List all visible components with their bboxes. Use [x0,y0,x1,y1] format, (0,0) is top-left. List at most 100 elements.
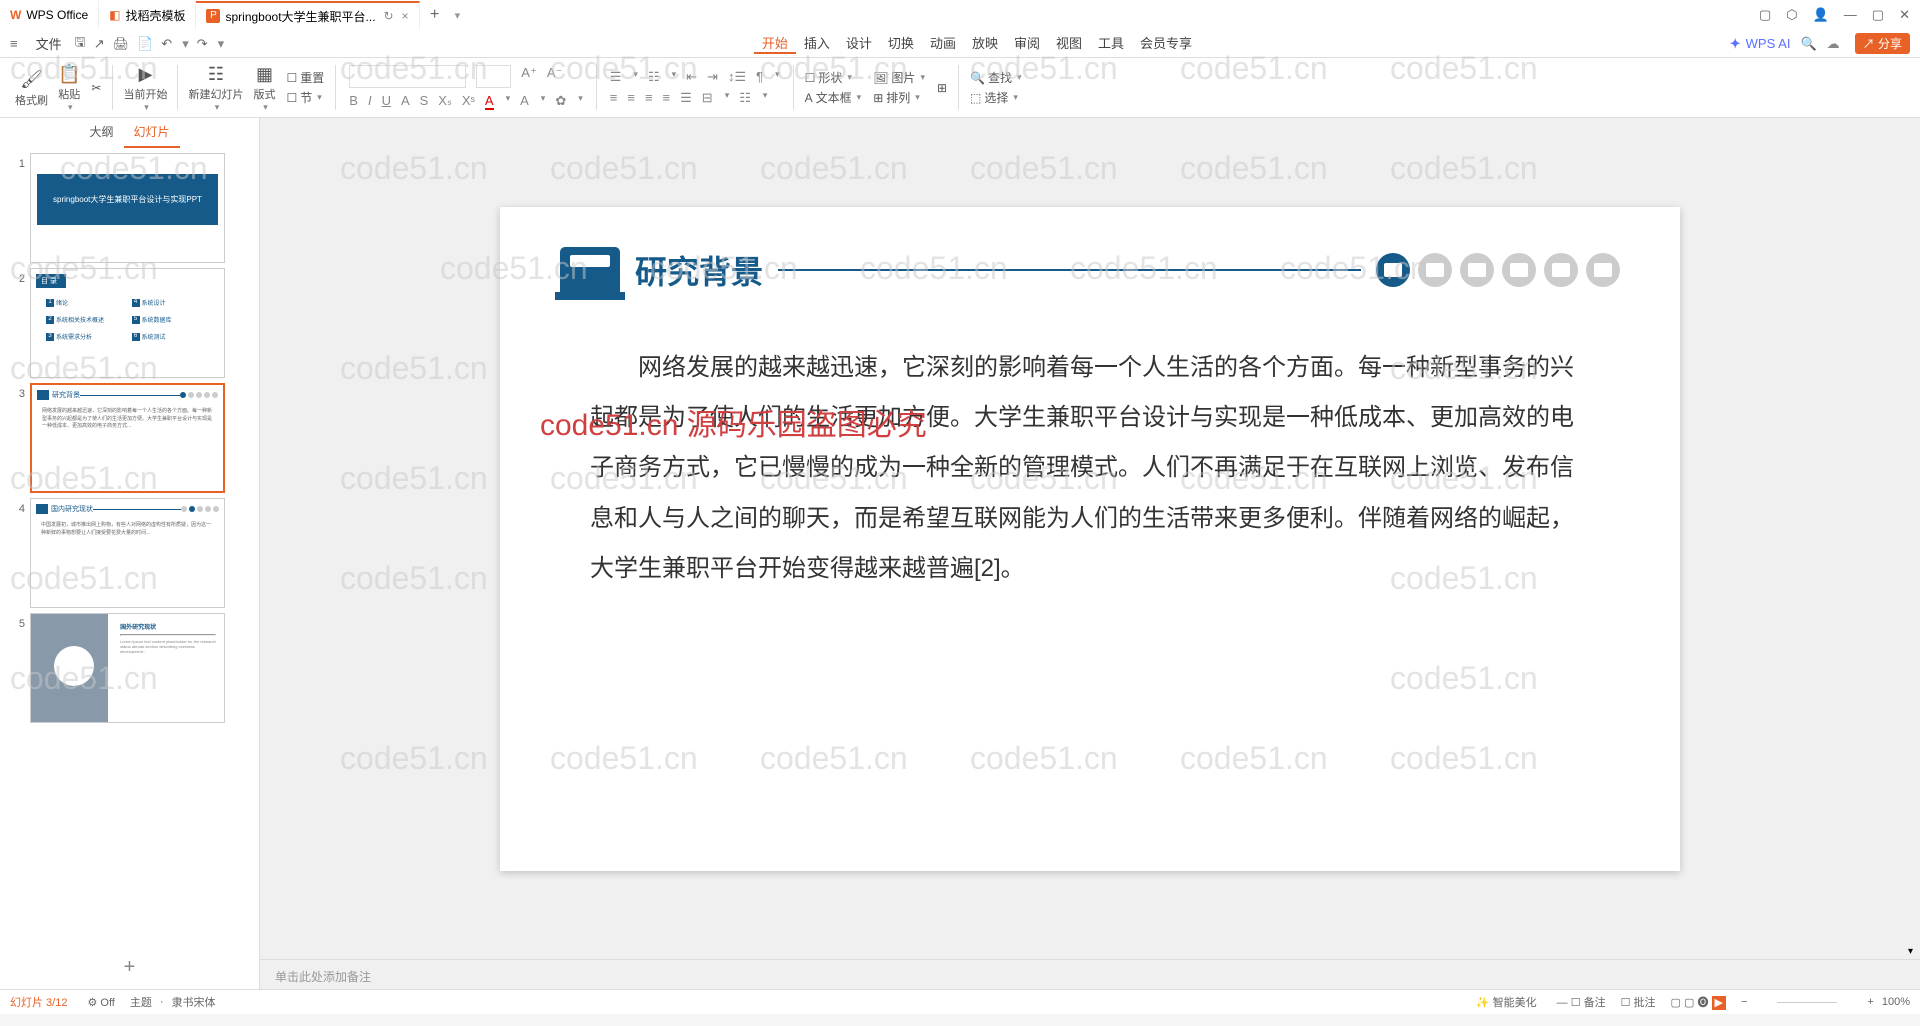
zoom-in[interactable]: + [1867,996,1873,1008]
panel-tab-outline[interactable]: 大纲 [79,118,123,148]
close-tab[interactable]: × [402,9,409,23]
bold[interactable]: B [349,93,358,110]
paste[interactable]: 📋粘贴▾ [53,62,85,113]
menu-animation[interactable]: 动画 [922,33,964,52]
save-icon[interactable]: 🖫 [75,33,86,55]
cloud-icon[interactable]: ☁ [1827,36,1840,52]
snap[interactable]: ⊞ [931,81,953,95]
font-size[interactable] [476,65,511,88]
dropdown-icon[interactable]: ▾ [455,9,461,22]
grow-font[interactable]: A⁺ [521,65,537,88]
menu-insert[interactable]: 插入 [796,33,838,52]
off-indicator[interactable]: ⚙ Off [87,996,114,1009]
search-icon[interactable]: 🔍 [1800,36,1816,52]
text-dir[interactable]: ¶ [756,69,763,85]
zoom-level[interactable]: 100% [1882,996,1910,1008]
notes-area[interactable]: 单击此处添加备注 [260,959,1920,989]
justify[interactable]: ≡ [663,90,671,106]
slide-body[interactable]: 网络发展的越来越迅速，它深刻的影响着每一个人生活的各个方面。每一种新型事务的兴起… [560,323,1620,615]
min-btn[interactable]: — [1844,7,1857,23]
thumb-3[interactable]: 研究背景 网络发展的越来越迅速，它深刻的影响着每一个人生活的各个方面。每一种新型… [30,383,225,493]
menu-view[interactable]: 视图 [1048,33,1090,52]
refresh-icon[interactable]: ↻ [384,9,394,23]
bg-color[interactable]: A [520,93,529,110]
shrink-font[interactable]: A⁻ [547,65,563,88]
line-space[interactable]: ↕☰ [728,69,746,85]
cut[interactable]: ✂ [85,81,107,95]
print-icon[interactable]: 🖨 [113,36,130,52]
indent-dec[interactable]: ⇤ [686,69,697,85]
wps-ai[interactable]: ✦WPS AI [1730,36,1791,52]
strike[interactable]: A [401,93,410,110]
beautify[interactable]: ✨ 智能美化 [1476,994,1537,1010]
bullets[interactable]: ☰ [610,69,622,85]
picture[interactable]: 🖼 图片▾ [867,69,931,86]
slide-title[interactable]: 研究背景 [635,247,763,293]
indent-inc[interactable]: ⇥ [707,69,718,85]
export-icon[interactable]: ↗ [94,36,105,52]
notes-toggle[interactable]: — ☐ 备注 [1557,994,1606,1010]
close-btn[interactable]: ✕ [1899,7,1910,23]
underline[interactable]: U [382,93,391,110]
reset[interactable]: ☐ 重置 [280,69,330,86]
tab-wps-home[interactable]: WWPS Office [0,1,99,29]
align-center[interactable]: ≡ [627,90,635,106]
menu-design[interactable]: 设计 [838,33,880,52]
thumb-4[interactable]: 国内研究现状 中国发展初，城市推出网上购物，有些人对网络的虚构性有所质疑，因为这… [30,498,225,608]
menu-vip[interactable]: 会员专享 [1132,33,1200,52]
window-btn[interactable]: ▢ [1759,7,1771,23]
font-display[interactable]: 隶书宋体 [172,994,216,1010]
zoom-slider[interactable] [1777,1002,1837,1003]
slide[interactable]: 研究背景 网络发展的越来越迅速，它深刻的影响着每一个人生活的各个方面。每一种新型… [500,207,1680,871]
thumbnails[interactable]: 1springboot大学生兼职平台设计与实现PPT 2 目 录 1绪论4系统设… [0,148,259,946]
menu-file[interactable]: 文件 [28,30,70,57]
textbox[interactable]: A 文本框▾ [799,89,868,106]
italic[interactable]: I [368,93,372,110]
valign[interactable]: ⊟ [702,90,713,106]
numbering[interactable]: ☷ [648,69,660,85]
menu-review[interactable]: 审阅 [1006,33,1048,52]
align-right[interactable]: ≡ [645,90,653,106]
highlight[interactable]: S [420,93,429,110]
undo-icon[interactable]: ↶ [161,36,172,52]
package-btn[interactable]: ⬡ [1786,7,1797,23]
menu-transition[interactable]: 切换 [880,33,922,52]
start-current[interactable]: ▶当前开始▾ [118,62,172,113]
user-btn[interactable]: 👤 [1813,7,1829,23]
vertical-scrollbar[interactable] [1905,118,1920,959]
preview-icon[interactable]: 📄 [137,36,153,52]
thumb-2[interactable]: 目 录 1绪论4系统设计 2系统相关技术概述5系统数据库 3系统需求分析6系统测… [30,268,225,378]
align-left[interactable]: ≡ [610,90,618,106]
zoom-out[interactable]: − [1741,996,1747,1008]
menu-slideshow[interactable]: 放映 [964,33,1006,52]
select[interactable]: ⬚ 选择▾ [964,89,1028,106]
menu-tools[interactable]: 工具 [1090,33,1132,52]
font-family[interactable] [349,65,466,88]
new-slide[interactable]: ☷新建幻灯片▾ [183,62,248,113]
font-color[interactable]: A [485,93,494,110]
sup[interactable]: Xˢ [462,93,475,110]
add-slide-button[interactable]: + [0,946,259,989]
thumb-1[interactable]: springboot大学生兼职平台设计与实现PPT [30,153,225,263]
theme[interactable]: 主题 [130,994,152,1010]
shape[interactable]: ☐ 形状▾ [799,69,868,86]
menu-start[interactable]: 开始 [754,33,796,54]
layout[interactable]: ▦版式▾ [248,62,280,113]
hamburger-icon[interactable]: ≡ [10,36,18,51]
comments-toggle[interactable]: ☐ 批注 [1621,994,1656,1010]
thumb-5[interactable]: 国外研究现状Lorem ipsum text content placehold… [30,613,225,723]
redo-icon[interactable]: ↷ [197,36,208,52]
sub[interactable]: Xₛ [438,93,452,110]
find[interactable]: 🔍 查找▾ [964,69,1028,86]
add-tab[interactable]: + [420,1,450,29]
format-brush[interactable]: 🖌格式刷 [10,68,53,108]
clear-format[interactable]: ✿ [555,93,566,110]
section[interactable]: ☐ 节▾ [280,89,330,106]
max-btn[interactable]: ▢ [1872,7,1884,23]
tab-stencil[interactable]: ◧找稻壳模板 [99,1,196,29]
slide-area[interactable]: 研究背景 网络发展的越来越迅速，它深刻的影响着每一个人生活的各个方面。每一种新型… [260,118,1920,959]
tab-current-doc[interactable]: Pspringboot大学生兼职平台...↻× [196,1,419,29]
dist[interactable]: ☰ [680,90,692,106]
view-buttons[interactable]: ▢ ▢ 🅞 ▶ [1671,994,1726,1010]
panel-tab-slides[interactable]: 幻灯片 [124,118,180,148]
